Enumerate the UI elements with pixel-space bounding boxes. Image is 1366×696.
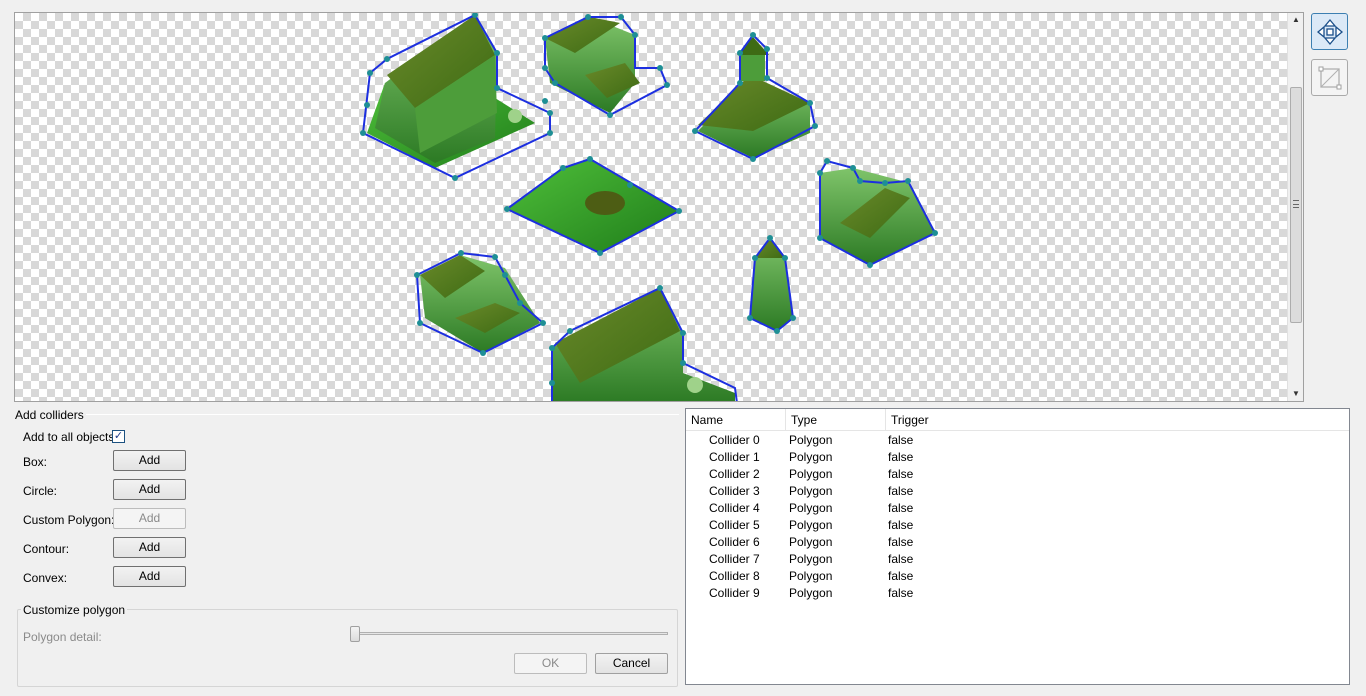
add-to-all-label: Add to all objects: [23, 430, 115, 444]
table-row[interactable]: Collider 9 Polygon false: [686, 585, 1349, 602]
cell-name: Collider 6: [709, 535, 760, 549]
sprite-6[interactable]: [747, 235, 796, 334]
cell-trigger: false: [888, 433, 914, 447]
circle-label: Circle:: [23, 484, 58, 498]
cell-type: Polygon: [789, 484, 833, 498]
cell-name: Collider 0: [709, 433, 760, 447]
cell-type: Polygon: [789, 450, 833, 464]
polygon-detail-label: Polygon detail:: [23, 630, 102, 644]
polygon-detail-slider-track[interactable]: [350, 632, 668, 635]
table-row[interactable]: Collider 0 Polygon false: [686, 432, 1349, 449]
cell-name: Collider 9: [709, 586, 760, 600]
contour-label: Contour:: [23, 542, 70, 556]
cell-type: Polygon: [789, 501, 833, 515]
canvas-vertical-scrollbar[interactable]: ▲ ▼: [1287, 13, 1303, 401]
table-row[interactable]: Collider 3 Polygon false: [686, 483, 1349, 500]
select-rect-icon: [1318, 66, 1341, 89]
table-row[interactable]: Collider 7 Polygon false: [686, 551, 1349, 568]
add-custom-polygon-button[interactable]: Add: [113, 508, 186, 529]
ok-button[interactable]: OK: [514, 653, 587, 674]
sprite-4[interactable]: [817, 158, 938, 268]
sprite-0[interactable]: [360, 13, 553, 181]
table-row[interactable]: Collider 2 Polygon false: [686, 466, 1349, 483]
add-box-button[interactable]: Add: [113, 450, 186, 471]
add-colliders-title: Add colliders: [13, 408, 86, 422]
cell-type: Polygon: [789, 586, 833, 600]
scrollbar-grip-icon: [1293, 200, 1299, 208]
sprite-2[interactable]: [692, 32, 818, 162]
column-header-type[interactable]: Type: [786, 409, 886, 431]
cell-name: Collider 7: [709, 552, 760, 566]
table-row[interactable]: Collider 5 Polygon false: [686, 517, 1349, 534]
customize-polygon-group: [17, 609, 678, 687]
scroll-up-icon[interactable]: ▲: [1288, 13, 1303, 27]
cell-trigger: false: [888, 535, 914, 549]
cell-name: Collider 8: [709, 569, 760, 583]
cell-trigger: false: [888, 467, 914, 481]
cancel-button[interactable]: Cancel: [595, 653, 668, 674]
add-contour-button[interactable]: Add: [113, 537, 186, 558]
column-header-name[interactable]: Name: [686, 409, 786, 431]
table-row[interactable]: Collider 1 Polygon false: [686, 449, 1349, 466]
cell-trigger: false: [888, 586, 914, 600]
cell-trigger: false: [888, 450, 914, 464]
polygon-detail-slider-thumb[interactable]: [350, 626, 360, 642]
move-points-icon: [1316, 18, 1343, 45]
cell-type: Polygon: [789, 433, 833, 447]
cell-trigger: false: [888, 484, 914, 498]
customize-polygon-title: Customize polygon: [21, 603, 128, 617]
select-rect-tool-button[interactable]: [1311, 59, 1348, 96]
colliders-table[interactable]: Name Type Trigger Collider 0 Polygon false…: [685, 408, 1350, 685]
scrollbar-thumb[interactable]: [1290, 87, 1302, 323]
sprite-3[interactable]: [504, 156, 682, 256]
add-to-all-checkbox[interactable]: ✓: [112, 430, 125, 443]
scroll-down-icon[interactable]: ▼: [1288, 387, 1303, 401]
add-circle-button[interactable]: Add: [113, 479, 186, 500]
convex-label: Convex:: [23, 571, 68, 585]
custom-polygon-label: Custom Polygon:: [23, 513, 115, 527]
table-header: Name Type Trigger: [686, 409, 1349, 431]
sprite-1[interactable]: [542, 14, 670, 118]
cell-name: Collider 5: [709, 518, 760, 532]
move-points-tool-button[interactable]: [1311, 13, 1348, 50]
table-row[interactable]: Collider 4 Polygon false: [686, 500, 1349, 517]
sprite-canvas-viewport[interactable]: ▲ ▼: [14, 12, 1304, 402]
table-row[interactable]: Collider 8 Polygon false: [686, 568, 1349, 585]
add-convex-button[interactable]: Add: [113, 566, 186, 587]
table-row[interactable]: Collider 6 Polygon false: [686, 534, 1349, 551]
sprite-5[interactable]: [414, 250, 546, 356]
cell-type: Polygon: [789, 467, 833, 481]
sprite-sheet-drawing[interactable]: [15, 13, 1288, 401]
cell-name: Collider 2: [709, 467, 760, 481]
cell-name: Collider 3: [709, 484, 760, 498]
cell-trigger: false: [888, 501, 914, 515]
cell-trigger: false: [888, 518, 914, 532]
cell-type: Polygon: [789, 552, 833, 566]
column-header-trigger[interactable]: Trigger: [886, 409, 986, 431]
cell-type: Polygon: [789, 518, 833, 532]
group-divider: [76, 414, 679, 415]
cell-trigger: false: [888, 569, 914, 583]
cell-name: Collider 1: [709, 450, 760, 464]
cell-type: Polygon: [789, 569, 833, 583]
sprite-canvas[interactable]: [15, 13, 1288, 401]
cell-trigger: false: [888, 552, 914, 566]
sprite-7[interactable]: [549, 285, 738, 401]
cell-name: Collider 4: [709, 501, 760, 515]
box-label: Box:: [23, 455, 48, 469]
cell-type: Polygon: [789, 535, 833, 549]
